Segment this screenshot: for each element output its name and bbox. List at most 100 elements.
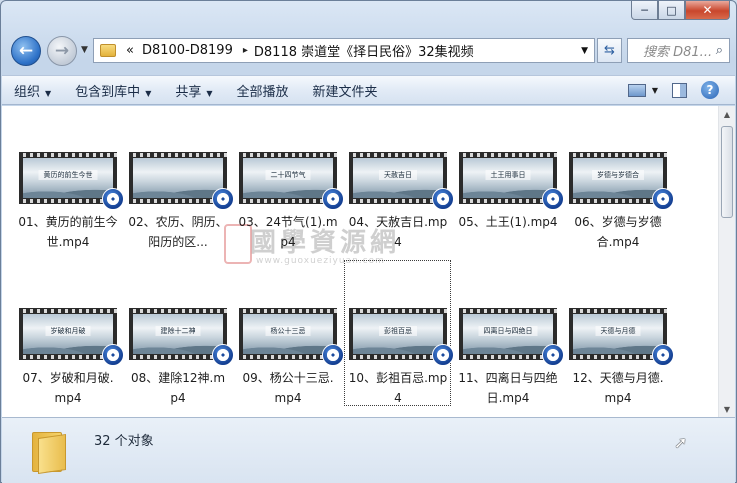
file-name: 05、土王(1).mp4 [458, 215, 558, 229]
minimize-button[interactable]: ─ [631, 1, 658, 20]
folder-icon [100, 44, 116, 57]
address-dropdown-icon[interactable]: ▼ [581, 46, 588, 56]
file-item[interactable]: 二十四节气 03、24节气(1).mp4 [236, 152, 344, 252]
scroll-down-icon[interactable]: ▼ [719, 401, 735, 417]
organize-label: 组织 [14, 84, 41, 100]
change-view-button[interactable]: ▼ [627, 83, 658, 97]
file-item[interactable]: 天德与月德 12、天德与月德.mp4 [566, 308, 674, 408]
thumbnail-caption: 四离日与四绝日 [478, 326, 538, 336]
file-name: 07、岁破和月破.mp4 [22, 371, 114, 405]
breadcrumb-current[interactable]: D8118 崇道堂《择日民俗》32集视频 [252, 41, 480, 60]
breadcrumb-parent[interactable]: D8100-D8199 [140, 43, 239, 58]
video-thumbnail: 黄历的前生今世 [19, 152, 124, 210]
video-file-icon [212, 344, 234, 366]
file-item[interactable]: 建除十二神 08、建除12神.mp4 [126, 308, 234, 408]
file-name: 10、彭祖百忌.mp4 [348, 371, 448, 405]
video-thumbnail: 岁德与岁德合 [569, 152, 674, 210]
chevron-down-icon: ▼ [206, 88, 213, 98]
video-file-icon [652, 188, 674, 210]
thumbnail-caption: 杨公十三忌 [265, 326, 311, 336]
details-pane: 32 个对象 ➚ [2, 417, 735, 483]
file-item-focused[interactable]: 彭祖百忌 10、彭祖百忌.mp4 [346, 308, 454, 408]
forward-button[interactable]: → [47, 36, 77, 66]
new-folder-button[interactable]: 新建文件夹 [301, 81, 390, 100]
include-library-label: 包含到库中 [75, 84, 141, 100]
file-item[interactable]: 黄历的前生今世 01、黄历的前生今世.mp4 [16, 152, 124, 252]
thumbnail-caption: 天赦吉日 [379, 170, 417, 180]
navigation-bar: ← → ▼ « D8100-D8199 ▸ D8118 崇道堂《择日民俗》32集… [9, 33, 730, 69]
mouse-cursor-icon: ➚ [674, 433, 688, 452]
thumbnail-caption: 二十四节气 [265, 170, 311, 180]
chevron-down-icon: ▼ [45, 88, 52, 98]
file-item[interactable]: 天赦吉日 04、天赦吉日.mp4 [346, 152, 454, 252]
video-thumbnail: 杨公十三忌 [239, 308, 344, 366]
item-count: 32 个对象 [94, 434, 154, 449]
video-thumbnail: 二十四节气 [239, 152, 344, 210]
organize-menu[interactable]: 组织 ▼ [2, 81, 63, 100]
file-name: 01、黄历的前生今世.mp4 [18, 215, 118, 249]
video-thumbnail: 天德与月德 [569, 308, 674, 366]
file-name: 04、天赦吉日.mp4 [348, 215, 448, 249]
video-thumbnail: 岁破和月破 [19, 308, 124, 366]
video-file-icon [322, 188, 344, 210]
thumbnail-caption: 建除十二神 [155, 326, 201, 336]
file-item[interactable]: 岁破和月破 07、岁破和月破.mp4 [16, 308, 124, 408]
video-file-icon [102, 188, 124, 210]
thumbnail-caption: 黄历的前生今世 [38, 170, 98, 180]
file-name: 02、农历、阴历、阳历的区... [128, 215, 228, 249]
video-file-icon [542, 188, 564, 210]
vertical-scrollbar[interactable]: ▲ ▼ [718, 106, 735, 417]
file-name: 09、杨公十三忌.mp4 [242, 371, 334, 405]
search-input[interactable]: 搜索 D81... ⌕ [627, 38, 730, 63]
file-list-view: 國學資源網 www.guoxueziyuan.com 黄历的前生今世 01、黄历… [2, 106, 735, 417]
video-thumbnail: 天赦吉日 [349, 152, 454, 210]
video-file-icon [432, 344, 454, 366]
help-icon[interactable]: ? [701, 81, 719, 99]
caption-buttons: ─ □ ✕ [631, 1, 730, 21]
video-thumbnail: 彭祖百忌 [349, 308, 454, 366]
thumbnail-caption: 天德与月德 [595, 326, 641, 336]
share-menu[interactable]: 共享 ▼ [163, 81, 224, 100]
file-item[interactable]: 02、农历、阴历、阳历的区... [126, 152, 234, 252]
video-file-icon [102, 344, 124, 366]
file-name: 06、岁德与岁德合.mp4 [574, 215, 662, 249]
play-all-button[interactable]: 全部播放 [225, 81, 301, 100]
file-item[interactable]: 土王用事日 05、土王(1).mp4 [456, 152, 564, 232]
video-file-icon [322, 344, 344, 366]
breadcrumb-overflow[interactable]: « [124, 43, 140, 58]
chevron-down-icon: ▼ [651, 85, 658, 95]
file-item[interactable]: 杨公十三忌 09、杨公十三忌.mp4 [236, 308, 344, 408]
video-file-icon [652, 344, 674, 366]
search-placeholder: 搜索 D81... [643, 45, 713, 60]
address-bar[interactable]: « D8100-D8199 ▸ D8118 崇道堂《择日民俗》32集视频 ▼ [93, 38, 595, 63]
video-file-icon [212, 188, 234, 210]
folder-icon [32, 428, 66, 474]
refresh-icon: ⇆ [604, 43, 615, 58]
close-button[interactable]: ✕ [685, 1, 730, 20]
refresh-button[interactable]: ⇆ [597, 38, 622, 63]
thumbnail-caption: 彭祖百忌 [379, 326, 417, 336]
maximize-button[interactable]: □ [658, 1, 685, 20]
include-in-library-menu[interactable]: 包含到库中 ▼ [63, 81, 163, 100]
preview-pane-icon[interactable] [672, 82, 687, 98]
file-item[interactable]: 岁德与岁德合 06、岁德与岁德合.mp4 [566, 152, 674, 252]
chevron-down-icon: ▼ [145, 88, 152, 98]
recent-pages-dropdown[interactable]: ▼ [81, 45, 88, 55]
video-thumbnail: 建除十二神 [129, 308, 234, 366]
breadcrumb-separator-icon[interactable]: ▸ [239, 45, 252, 56]
search-icon[interactable]: ⌕ [716, 43, 723, 58]
video-thumbnail: 四离日与四绝日 [459, 308, 564, 366]
share-label: 共享 [175, 84, 202, 100]
file-name: 11、四离日与四绝日.mp4 [458, 371, 558, 405]
file-name: 08、建除12神.mp4 [130, 371, 226, 405]
scroll-up-icon[interactable]: ▲ [719, 106, 735, 122]
view-icon [627, 83, 646, 97]
back-button[interactable]: ← [11, 36, 41, 66]
video-thumbnail [129, 152, 234, 210]
explorer-window: ─ □ ✕ ← → ▼ « D8100-D8199 ▸ D8118 崇道堂《择日… [0, 0, 737, 483]
file-item[interactable]: 四离日与四绝日 11、四离日与四绝日.mp4 [456, 308, 564, 408]
scrollbar-thumb[interactable] [721, 126, 733, 218]
video-thumbnail: 土王用事日 [459, 152, 564, 210]
thumbnail-caption: 岁破和月破 [45, 326, 91, 336]
command-bar: 组织 ▼ 包含到库中 ▼ 共享 ▼ 全部播放 新建文件夹 ▼ ? [2, 75, 735, 105]
